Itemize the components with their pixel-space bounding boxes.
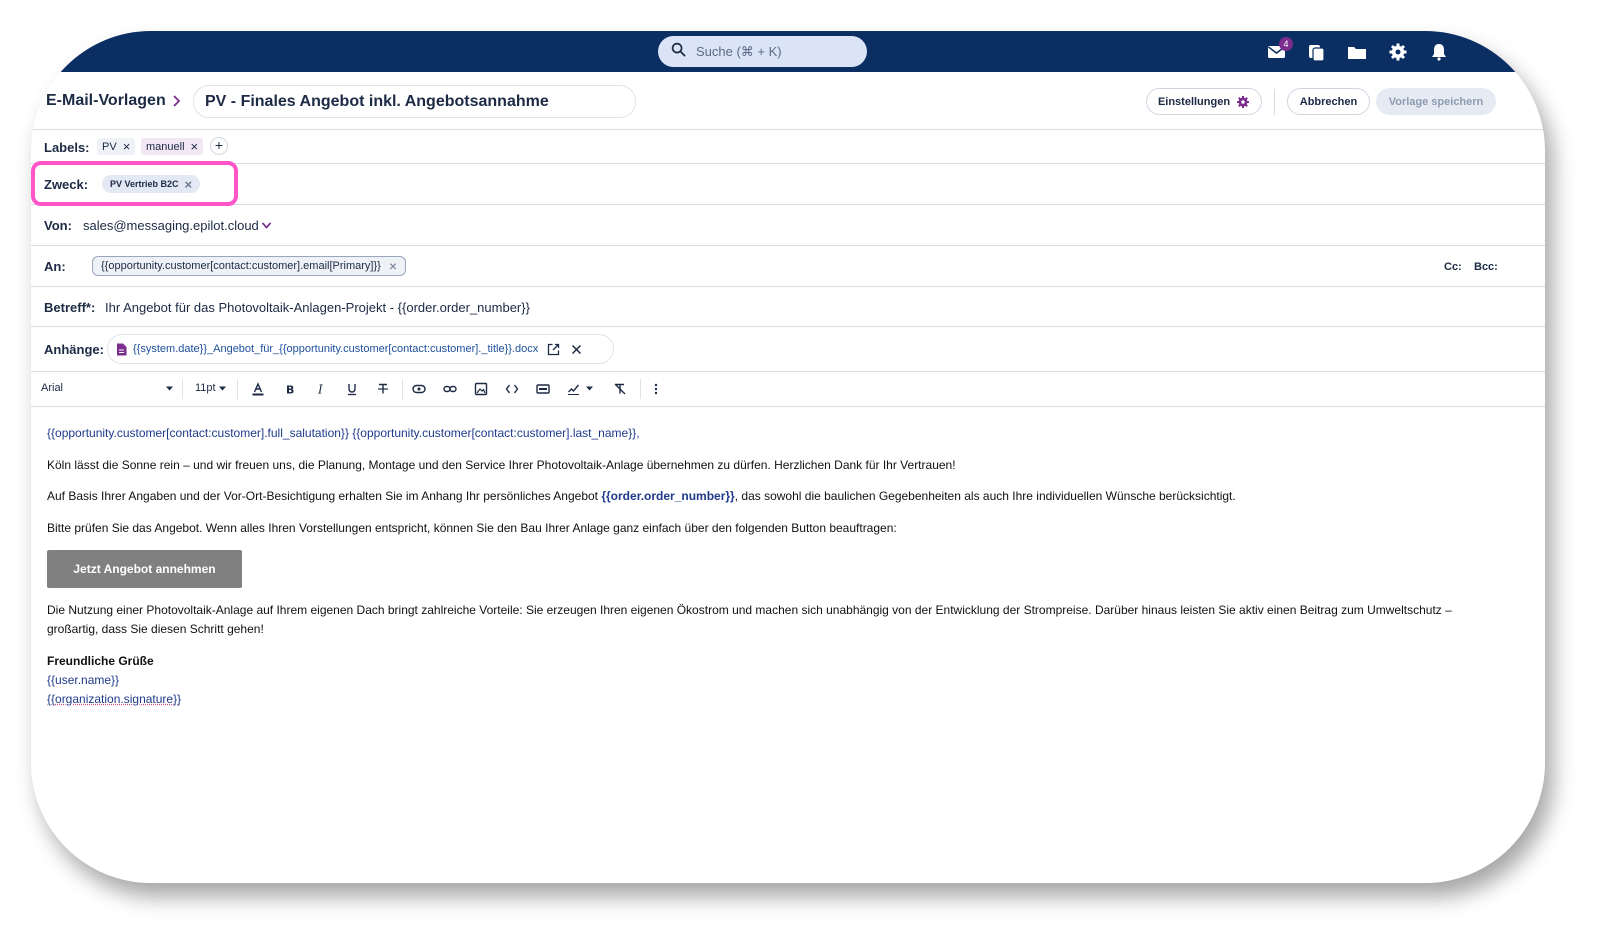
link-icon[interactable] <box>443 382 457 396</box>
label-chip-pv[interactable]: PV × <box>97 138 136 155</box>
paragraph-4-line-2: großartig, dass Sie diesen Schritt gehen… <box>47 622 264 636</box>
attachment-chip[interactable]: {{system.date}}_Angebot_für_{{opportunit… <box>107 334 614 364</box>
from-select[interactable]: sales@messaging.epilot.cloud <box>83 218 259 233</box>
svg-text:B: B <box>286 384 294 397</box>
labels-label: Labels: <box>44 140 90 155</box>
paragraph-4-line-1: Die Nutzung einer Photovoltaik-Anlage au… <box>47 603 1452 617</box>
close-icon[interactable]: × <box>123 140 131 153</box>
search-icon <box>671 42 686 62</box>
font-size-select[interactable]: 11pt <box>195 382 216 394</box>
user-name-variable: {{user.name}} <box>47 673 120 687</box>
bold-icon[interactable]: B <box>283 382 297 397</box>
chevron-right-icon <box>173 95 181 107</box>
caret-down-icon[interactable] <box>218 384 227 393</box>
subject-input[interactable]: Ihr Angebot für das Photovoltaik-Anlagen… <box>105 300 530 315</box>
signature-icon[interactable] <box>567 382 581 396</box>
caret-down-icon[interactable] <box>585 384 594 393</box>
button-insert-icon[interactable] <box>536 382 550 396</box>
strikethrough-icon[interactable] <box>376 382 390 396</box>
close-icon[interactable]: × <box>191 140 199 153</box>
chevron-down-icon[interactable] <box>261 221 272 230</box>
mail-icon[interactable]: 4 <box>1267 37 1293 62</box>
gear-icon <box>1237 95 1250 108</box>
image-icon[interactable] <box>474 382 488 396</box>
closing-line: Freundliche Grüße <box>47 654 154 668</box>
global-search[interactable]: Suche (⌘ + K) <box>658 36 867 67</box>
clear-format-icon[interactable] <box>613 382 627 396</box>
add-label-button[interactable]: + <box>210 137 228 155</box>
from-label: Von: <box>44 218 72 233</box>
cancel-button[interactable]: Abbrechen <box>1287 88 1370 115</box>
highlight-box <box>31 161 238 206</box>
paragraph-2: Auf Basis Ihrer Angaben und der Vor-Ort-… <box>47 489 1236 503</box>
template-title-input[interactable]: PV - Finales Angebot inkl. Angebotsannah… <box>193 85 636 118</box>
gear-icon[interactable] <box>1388 42 1408 62</box>
template-header: E-Mail-Vorlagen PV - Finales Angebot ink… <box>31 72 1545 130</box>
bell-icon[interactable] <box>1429 42 1449 62</box>
mail-badge: 4 <box>1279 37 1293 51</box>
settings-button[interactable]: Einstellungen <box>1146 88 1262 115</box>
top-navigation-bar: Suche (⌘ + K) 4 <box>31 31 1545 72</box>
bcc-button[interactable]: Bcc: <box>1474 261 1498 273</box>
svg-text:I: I <box>317 383 323 397</box>
attachment-filename[interactable]: {{system.date}}_Angebot_für_{{opportunit… <box>133 343 538 355</box>
close-icon[interactable]: × <box>389 258 397 274</box>
salutation-line: {{opportunity.customer[contact:customer]… <box>47 426 640 440</box>
font-family-select[interactable]: Arial <box>41 382 63 394</box>
toolbar-divider <box>640 379 641 399</box>
document-icon <box>117 343 127 355</box>
recipient-chip[interactable]: {{opportunity.customer[contact:customer]… <box>92 256 406 276</box>
underline-icon[interactable] <box>345 382 359 396</box>
save-template-button[interactable]: Vorlage speichern <box>1376 88 1496 115</box>
code-icon[interactable] <box>505 382 519 396</box>
copy-icon[interactable] <box>1307 42 1327 62</box>
labels-row: Labels: PV × manuell × + <box>31 130 1545 164</box>
attachments-label: Anhänge: <box>44 342 104 357</box>
caret-down-icon[interactable] <box>165 384 174 393</box>
subject-row: Betreff*: Ihr Angebot für das Photovolta… <box>31 287 1545 327</box>
paragraph-1: Köln lässt die Sonne rein – und wir freu… <box>47 458 956 472</box>
purpose-row: Zweck: PV Vertrieb B2C × <box>31 164 1545 205</box>
from-row: Von: sales@messaging.epilot.cloud <box>31 205 1545 246</box>
search-placeholder: Suche (⌘ + K) <box>696 43 782 59</box>
placeholder-icon[interactable] <box>412 382 426 396</box>
label-chip-manuell[interactable]: manuell × <box>141 138 204 155</box>
open-external-icon[interactable] <box>547 343 560 356</box>
to-label: An: <box>44 259 66 274</box>
more-options-icon[interactable] <box>649 382 663 396</box>
italic-icon[interactable]: I <box>314 382 328 397</box>
cc-button[interactable]: Cc: <box>1444 261 1462 273</box>
breadcrumb[interactable]: E-Mail-Vorlagen <box>46 92 166 110</box>
folder-icon[interactable] <box>1347 42 1367 62</box>
toolbar-divider <box>182 379 183 399</box>
app-window: Suche (⌘ + K) 4 E-Mail-Vorlagen PV - Fin… <box>31 31 1545 883</box>
text-color-icon[interactable] <box>251 382 265 396</box>
subject-label: Betreff*: <box>44 300 96 315</box>
signature-variable: {{organization.signature}} <box>47 692 182 706</box>
header-divider <box>1274 89 1275 115</box>
close-icon[interactable] <box>571 344 582 355</box>
toolbar-divider <box>237 379 238 399</box>
toolbar-divider <box>402 379 403 399</box>
order-number-variable: {{order.order_number}} <box>601 489 735 503</box>
to-row: An: {{opportunity.customer[contact:custo… <box>31 246 1545 287</box>
editor-toolbar: Arial 11pt B I <box>31 372 1545 407</box>
paragraph-3: Bitte prüfen Sie das Angebot. Wenn alles… <box>47 521 897 535</box>
accept-offer-button[interactable]: Jetzt Angebot annehmen <box>47 550 242 588</box>
